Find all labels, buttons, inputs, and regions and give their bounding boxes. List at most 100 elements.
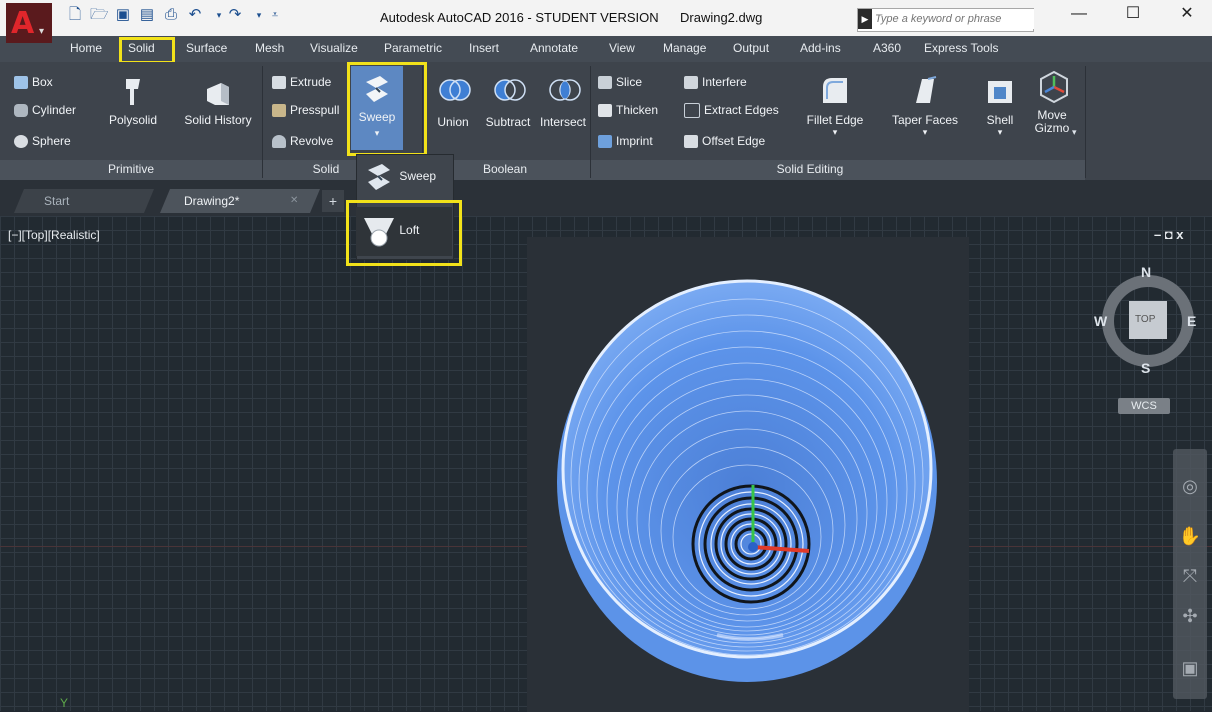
compass-south[interactable]: S (1141, 360, 1150, 376)
undo-icon[interactable]: ↶ (186, 6, 204, 24)
tab-insert[interactable]: Insert (469, 41, 499, 59)
tab-home[interactable]: Home (70, 41, 102, 59)
tab-view[interactable]: View (609, 41, 635, 59)
tab-output[interactable]: Output (733, 41, 769, 59)
chevron-down-icon[interactable]: ▾ (884, 127, 966, 138)
move-gizmo-button[interactable]: Move Gizmo (1026, 70, 1078, 135)
tab-start-label: Start (44, 194, 70, 208)
box-button[interactable]: Box (14, 75, 53, 90)
shell-button[interactable]: Shell ▾ (978, 75, 1022, 138)
customize-toolbar-icon[interactable]: ⩡ (266, 6, 284, 24)
extrude-icon (272, 76, 286, 90)
taper-faces-button[interactable]: Taper Faces ▾ (884, 75, 966, 138)
window-title: Autodesk AutoCAD 2016 - STUDENT VERSION (380, 10, 659, 25)
plot-icon[interactable]: ⎙ (162, 6, 180, 24)
solid-editing-panel-label: Solid Editing (776, 162, 844, 176)
zoom-icon[interactable]: ⤧ (1173, 566, 1207, 587)
panel-divider (262, 66, 263, 178)
compass-east[interactable]: E (1187, 313, 1196, 329)
interfere-icon (684, 76, 698, 90)
tab-add-ins[interactable]: Add-ins (800, 41, 841, 59)
fillet-edge-button[interactable]: Fillet Edge ▾ (798, 75, 872, 138)
thicken-icon (598, 104, 612, 118)
new-file-icon[interactable]: 🗋 (66, 6, 84, 24)
search-expand-icon[interactable]: ▶ (858, 9, 872, 29)
close-button[interactable]: ✕ (1164, 0, 1210, 30)
imprint-icon (598, 135, 612, 149)
extrude-button[interactable]: Extrude (272, 75, 331, 90)
viewport-controls-label[interactable]: [−][Top][Realistic] (8, 228, 100, 242)
showmotion-icon[interactable]: ▣ (1173, 658, 1207, 679)
slice-button[interactable]: Slice (598, 75, 642, 90)
tab-visualize[interactable]: Visualize (310, 41, 358, 59)
maximize-button[interactable]: ☐ (1110, 0, 1156, 30)
interfere-button[interactable]: Interfere (684, 75, 747, 90)
loft-highlight (346, 200, 462, 266)
autocad-logo-icon: A (11, 6, 35, 41)
union-icon (438, 75, 471, 105)
polysolid-button[interactable]: Polysolid (104, 75, 162, 127)
cylinder-icon (14, 104, 28, 118)
bowl-3d-model[interactable] (527, 237, 969, 711)
chevron-down-icon[interactable]: ▾ (798, 127, 872, 138)
compass-north[interactable]: N (1141, 264, 1151, 280)
tab-a360[interactable]: A360 (873, 41, 901, 59)
solid-history-icon (203, 75, 233, 105)
tab-surface[interactable]: Surface (186, 41, 227, 59)
application-menu-button[interactable]: A ▾ (6, 3, 52, 43)
wcs-menu[interactable]: WCS (1118, 398, 1170, 414)
save-icon[interactable]: ▣ (114, 6, 132, 24)
document-name: Drawing2.dwg (680, 10, 763, 25)
union-button[interactable]: Union (428, 75, 478, 129)
sweep-highlight (347, 62, 427, 156)
tab-start[interactable] (14, 189, 154, 213)
tab-annotate[interactable]: Annotate (530, 41, 578, 59)
offset-edge-button[interactable]: Offset Edge (684, 134, 765, 149)
presspull-button[interactable]: Presspull (272, 103, 339, 118)
solid-history-button[interactable]: Solid History (176, 75, 260, 127)
open-folder-icon[interactable]: 🗁 (90, 6, 109, 24)
subtract-button[interactable]: Subtract (480, 75, 536, 129)
tab-express-tools[interactable]: Express Tools (924, 41, 998, 59)
sphere-button[interactable]: Sphere (14, 134, 71, 149)
ribbon-tab-bar (0, 36, 1212, 62)
subtract-icon (493, 75, 526, 105)
cylinder-button[interactable]: Cylinder (14, 103, 76, 118)
tab-parametric[interactable]: Parametric (384, 41, 442, 59)
box-icon (14, 76, 28, 90)
redo-icon[interactable]: ↷ (226, 6, 244, 24)
taper-faces-icon (910, 75, 940, 105)
tab-mesh[interactable]: Mesh (255, 41, 284, 59)
thicken-button[interactable]: Thicken (598, 103, 658, 118)
pan-hand-icon[interactable]: ✋ (1173, 526, 1207, 547)
flyout-sweep-item[interactable]: Sweep (362, 162, 436, 192)
tab-manage[interactable]: Manage (663, 41, 706, 59)
compass-west[interactable]: W (1094, 313, 1107, 329)
presspull-icon (272, 104, 286, 118)
chevron-down-icon[interactable]: ▾ (1072, 127, 1077, 138)
intersect-button[interactable]: Intersect (537, 75, 589, 129)
close-tab-icon[interactable]: ✕ (290, 195, 298, 206)
viewcube[interactable] (1098, 264, 1198, 414)
chevron-down-icon: ▾ (39, 26, 45, 37)
new-tab-button[interactable]: + (322, 190, 344, 212)
viewport-window-controls[interactable]: – ◘ x (1154, 227, 1184, 242)
minimize-button[interactable]: — (1056, 0, 1102, 30)
imprint-button[interactable]: Imprint (598, 134, 653, 149)
primitive-panel-label: Primitive (107, 162, 154, 176)
viewcube-top-face[interactable]: TOP (1135, 314, 1155, 325)
save-as-icon[interactable]: ▤ (138, 6, 156, 24)
panel-divider (1085, 66, 1086, 178)
chevron-down-icon[interactable]: ▾ (978, 127, 1022, 138)
extract-edges-button[interactable]: Extract Edges (684, 103, 779, 119)
steering-wheel-icon[interactable]: ◎ (1173, 476, 1207, 497)
extract-edges-icon (684, 103, 700, 119)
orbit-icon[interactable]: ✣ (1173, 606, 1207, 627)
fillet-edge-icon (820, 75, 850, 105)
revolve-button[interactable]: Revolve (272, 134, 333, 149)
search-input[interactable] (873, 9, 1034, 29)
panel-divider (590, 66, 591, 178)
tab-drawing2-label: Drawing2* (184, 194, 240, 208)
sphere-icon (14, 135, 28, 149)
sweep-icon (368, 164, 390, 190)
